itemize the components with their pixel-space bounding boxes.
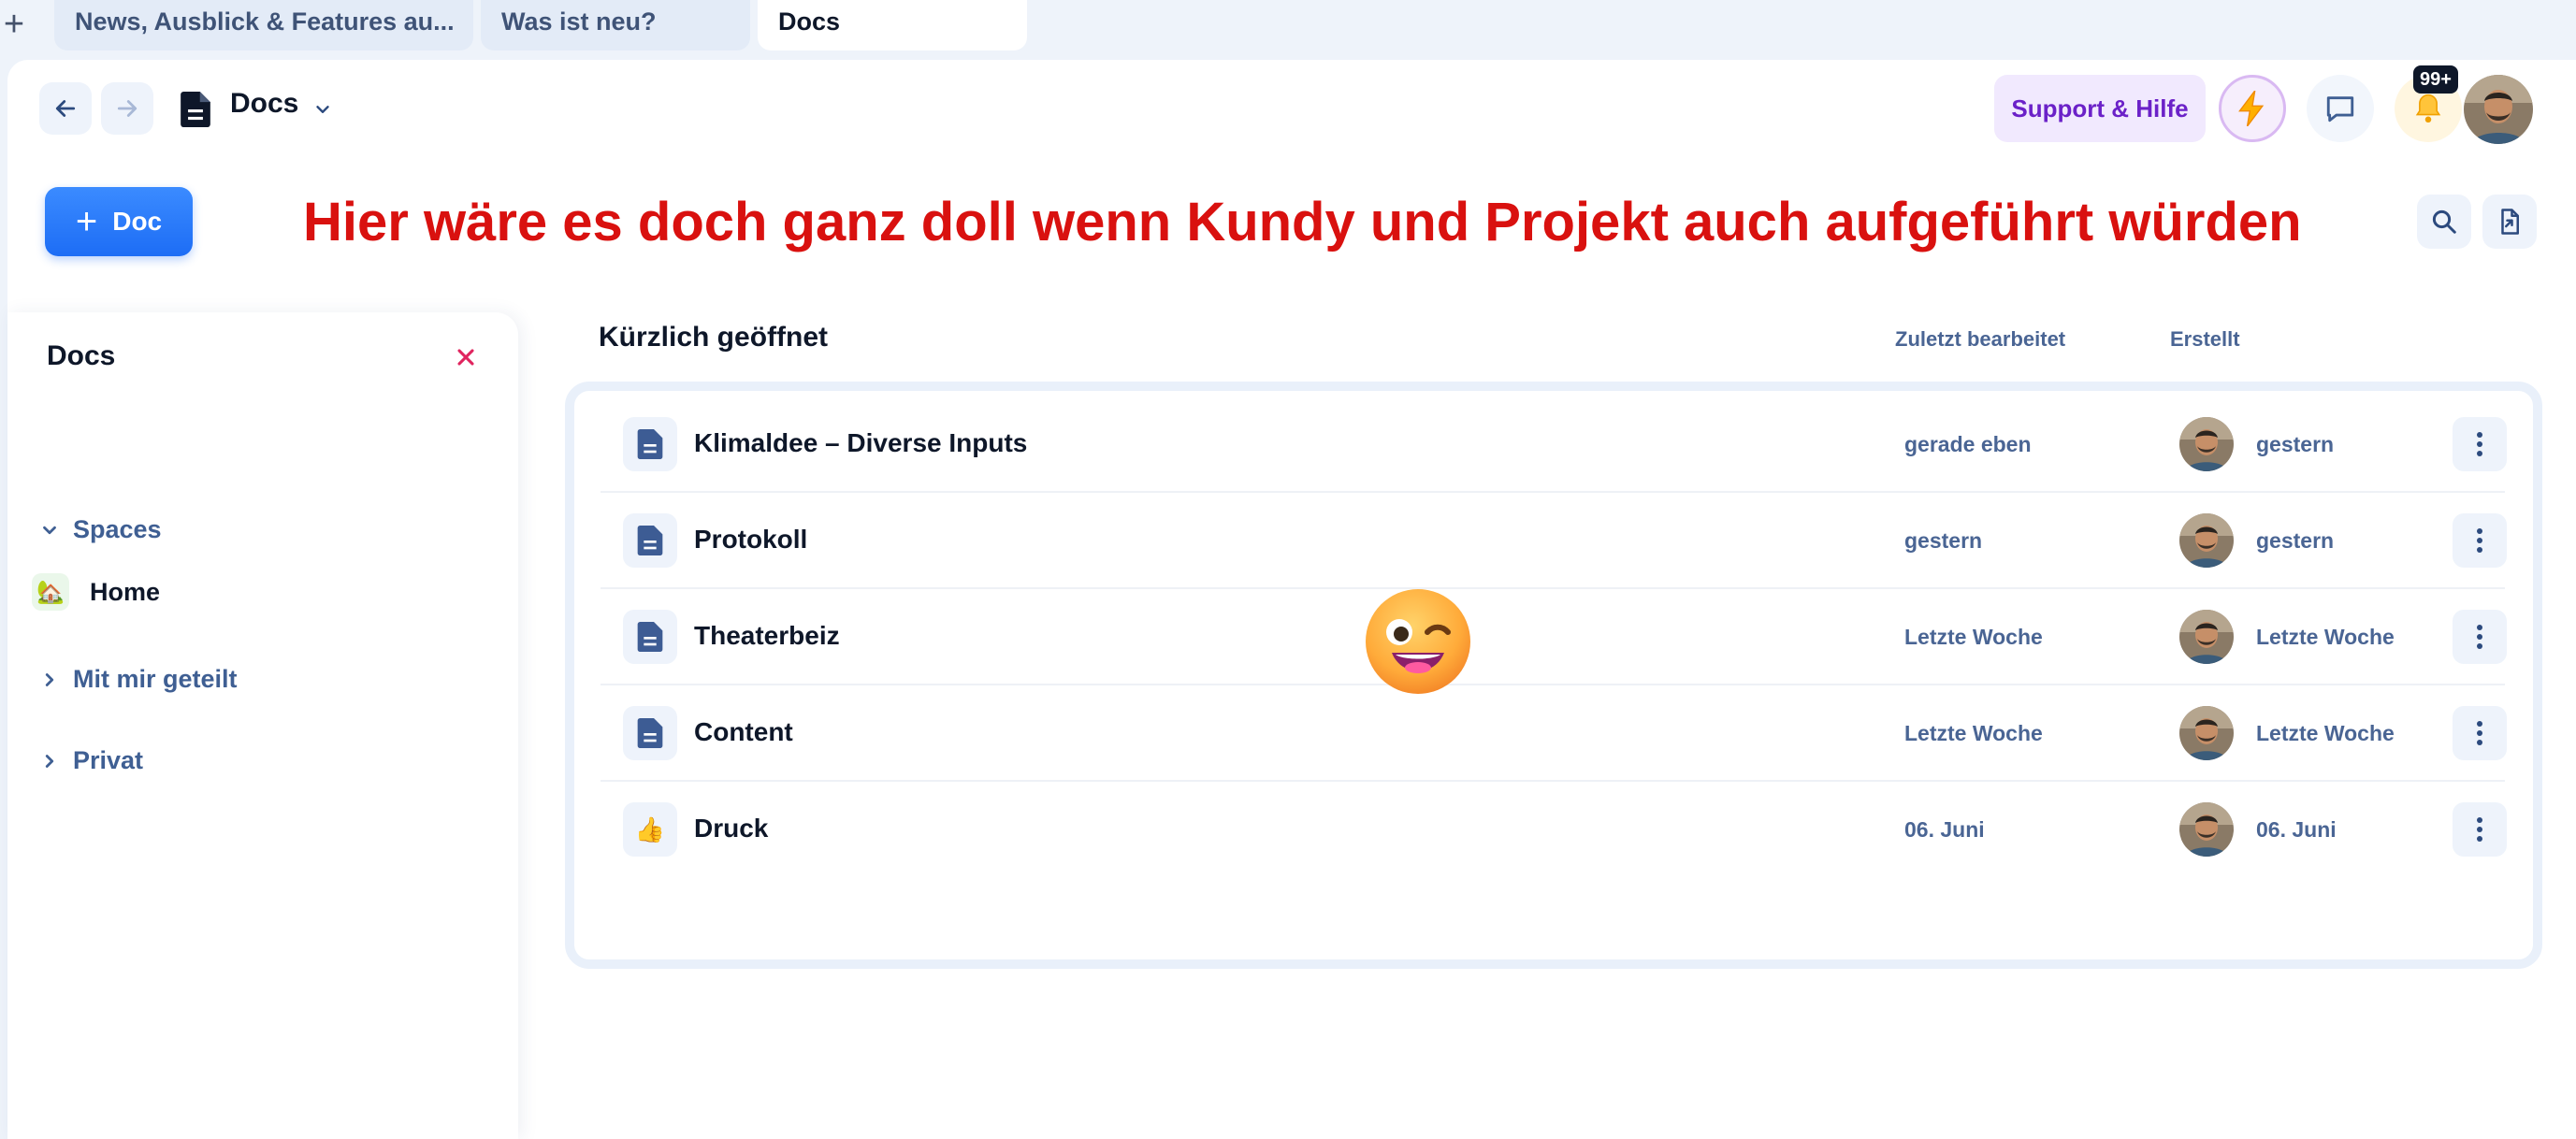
plus-icon: + — [75, 201, 98, 242]
chevron-down-icon[interactable] — [312, 99, 333, 120]
doc-name[interactable]: Druck — [694, 814, 768, 843]
doc-created: Letzte Woche — [2256, 721, 2395, 745]
doc-name[interactable]: Theaterbeiz — [694, 621, 840, 651]
document-icon — [623, 513, 677, 568]
sidebar-section-label: Privat — [73, 746, 144, 774]
doc-edited: gestern — [1904, 528, 1983, 553]
doc-created: gestern — [2256, 432, 2335, 456]
annotation-note: Hier wäre es doch ganz doll wenn Kundy u… — [303, 192, 2302, 252]
sidebar-title: Docs — [47, 340, 116, 371]
doc-edited: Letzte Woche — [1904, 625, 2043, 649]
page-title[interactable]: Docs — [230, 88, 298, 120]
support-button[interactable]: Support & Hilfe — [1994, 75, 2206, 142]
more-vertical-icon — [2477, 528, 2482, 553]
document-icon — [623, 417, 677, 471]
avatar — [2179, 706, 2234, 760]
browser-tab-whats-new[interactable]: Was ist neu? — [481, 0, 750, 50]
chevron-right-icon — [45, 754, 54, 768]
more-vertical-icon — [2477, 625, 2482, 649]
search-button[interactable] — [2417, 195, 2471, 249]
winking-face-icon — [1366, 589, 1470, 694]
messages-button[interactable] — [2307, 75, 2374, 142]
table-row[interactable]: Theaterbeiz Letzte Woche Letzte Woche — [601, 589, 2507, 685]
more-vertical-icon — [2477, 721, 2482, 745]
new-tab-icon[interactable]: + — [0, 4, 28, 45]
avatar — [2179, 513, 2234, 568]
table-row[interactable]: Protokoll gestern gestern — [601, 493, 2507, 589]
import-button[interactable] — [2482, 195, 2537, 249]
table-row[interactable]: Klimaldee – Diverse Inputs gerade eben g… — [601, 396, 2507, 493]
table-row[interactable]: Content Letzte Woche Letzte Woche — [601, 685, 2507, 782]
sidebar-section-shared[interactable]: Mit mir geteilt — [39, 665, 238, 694]
more-options-button[interactable] — [2453, 706, 2507, 760]
more-options-button[interactable] — [2453, 417, 2507, 471]
chat-icon — [2326, 96, 2354, 123]
browser-tab-strip: + News, Ausblick & Features au... Was is… — [0, 0, 2576, 52]
doc-edited: 06. Juni — [1904, 817, 1985, 842]
sidebar-item-home[interactable]: 🏡 Home — [32, 573, 160, 611]
recent-docs-list: Klimaldee – Diverse Inputs gerade eben g… — [565, 382, 2542, 969]
sidebar-section-label: Spaces — [73, 515, 162, 543]
more-options-button[interactable] — [2453, 802, 2507, 857]
back-button[interactable] — [39, 82, 92, 135]
close-icon[interactable] — [453, 344, 479, 370]
browser-tab-news[interactable]: News, Ausblick & Features au... — [54, 0, 473, 50]
chevron-down-icon — [43, 526, 56, 534]
more-options-button[interactable] — [2453, 513, 2507, 568]
more-vertical-icon — [2477, 432, 2482, 456]
document-icon — [623, 706, 677, 760]
doc-edited: Letzte Woche — [1904, 721, 2043, 745]
more-vertical-icon — [2477, 817, 2482, 842]
doc-name[interactable]: Content — [694, 717, 793, 747]
sidebar-section-label: Mit mir geteilt — [73, 665, 238, 693]
avatar — [2179, 417, 2234, 471]
more-options-button[interactable] — [2453, 610, 2507, 664]
doc-edited: gerade eben — [1904, 432, 2032, 456]
sidebar-section-private[interactable]: Privat — [39, 746, 143, 775]
docs-sidebar: Docs Spaces 🏡 Home Mit mir geteilt Priva… — [7, 312, 518, 1139]
column-header-edited[interactable]: Zuletzt bearbeitet — [1895, 327, 2065, 352]
quick-actions-button[interactable] — [2219, 75, 2286, 142]
doc-created: Letzte Woche — [2256, 625, 2395, 649]
lightning-icon — [2238, 91, 2265, 126]
table-row[interactable]: 👍 Druck 06. Juni 06. Juni — [601, 782, 2507, 878]
doc-created: gestern — [2256, 528, 2335, 553]
sidebar-item-label: Home — [90, 577, 161, 606]
avatar — [2179, 802, 2234, 857]
chevron-right-icon — [45, 672, 54, 686]
browser-tab-docs[interactable]: Docs — [758, 0, 1027, 50]
document-icon — [181, 92, 210, 127]
avatar — [2179, 610, 2234, 664]
column-header-created[interactable]: Erstellt — [2170, 327, 2240, 352]
user-avatar[interactable] — [2464, 75, 2533, 144]
recent-title: Kürzlich geöffnet — [599, 322, 828, 353]
doc-name[interactable]: Klimaldee – Diverse Inputs — [694, 428, 1027, 458]
notification-badge: 99+ — [2413, 65, 2458, 94]
thumbs-up-icon: 👍 — [623, 802, 677, 857]
app-panel: Docs Support & Hilfe 99+ + Doc Hier wäre… — [7, 60, 2576, 1139]
arrow-left-icon — [55, 100, 76, 117]
house-plant-icon: 🏡 — [32, 573, 69, 611]
new-doc-button[interactable]: + Doc — [45, 187, 193, 256]
search-icon — [2432, 209, 2456, 234]
sidebar-section-spaces[interactable]: Spaces — [39, 515, 162, 544]
file-import-icon — [2501, 209, 2519, 235]
forward-button[interactable] — [101, 82, 153, 135]
document-icon — [623, 610, 677, 664]
arrow-right-icon — [117, 100, 137, 117]
bell-icon — [2415, 94, 2441, 123]
doc-name[interactable]: Protokoll — [694, 525, 807, 555]
doc-created: 06. Juni — [2256, 817, 2337, 842]
new-doc-label: Doc — [112, 207, 163, 236]
